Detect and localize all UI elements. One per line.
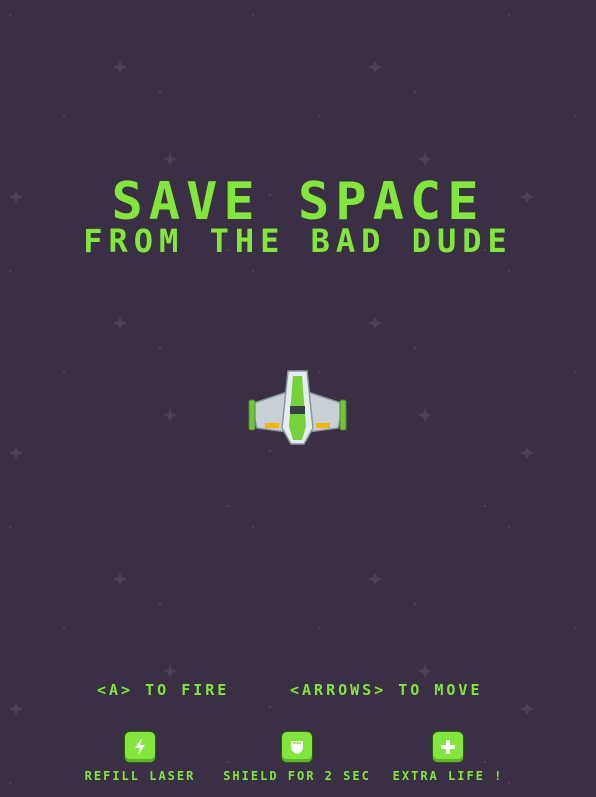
powerup-shield: SHIELD FOR 2 SEC: [217, 732, 377, 783]
bolt-icon: [125, 732, 155, 762]
shield-icon: [282, 732, 312, 762]
powerup-label: REFILL LASER: [84, 769, 196, 783]
powerup-label: SHIELD FOR 2 SEC: [223, 769, 371, 783]
powerup-label: EXTRA LIFE !: [392, 769, 504, 783]
player-spaceship: [248, 370, 347, 445]
game-subtitle: FROM THE BAD DUDE: [83, 222, 513, 260]
powerup-extra-life: EXTRA LIFE !: [368, 732, 528, 783]
powerup-refill-laser: REFILL LASER: [60, 732, 220, 783]
plus-icon: [433, 732, 463, 762]
fire-instruction: <A> TO FIRE: [97, 681, 230, 699]
move-instruction: <ARROWS> TO MOVE: [290, 681, 483, 699]
